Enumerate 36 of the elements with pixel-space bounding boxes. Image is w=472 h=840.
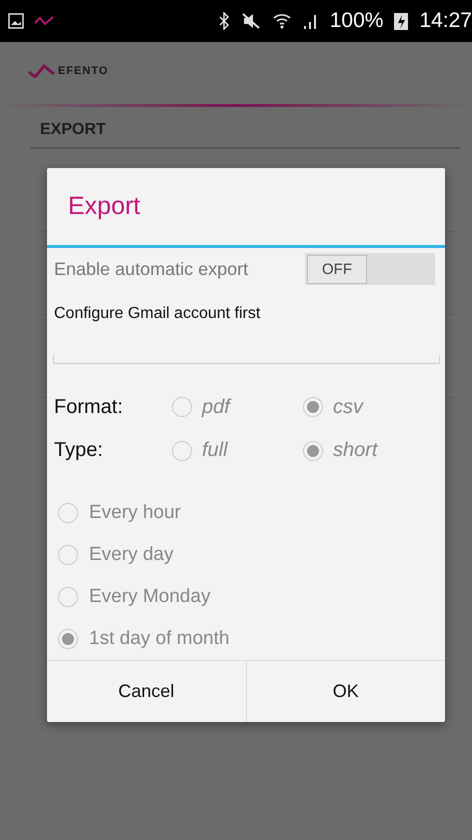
radio-button[interactable] (58, 587, 78, 608)
option-label: Type: (54, 439, 104, 462)
radio-label: full (202, 439, 228, 462)
logo-icon (28, 64, 56, 78)
input-field[interactable] (53, 355, 440, 364)
option-label: Format: (54, 396, 124, 419)
radio-button[interactable] (58, 629, 78, 650)
export-toggle[interactable]: OFF (305, 253, 435, 286)
radio-label: short (333, 439, 378, 462)
radio-label: Every hour (89, 502, 181, 524)
pulse-icon (34, 15, 54, 27)
clock-time: 14:27 (419, 9, 472, 33)
mute-icon (240, 12, 262, 30)
radio-button[interactable] (303, 440, 323, 461)
dialog-button[interactable]: Cancel (47, 661, 246, 722)
radio-label: Every Monday (89, 586, 210, 608)
dialog-title: Export (47, 168, 445, 248)
radio-label: csv (333, 396, 363, 419)
radio-button[interactable] (58, 503, 78, 524)
radio-label: pdf (202, 396, 230, 419)
radio-button[interactable] (172, 440, 192, 461)
radio-button[interactable] (58, 545, 78, 566)
radio-label: Every day (89, 544, 174, 566)
battery-percent: 100% (330, 9, 384, 33)
battery-charging-icon (393, 11, 410, 31)
radio-button[interactable] (303, 397, 323, 418)
account-message: Configure Gmail account first (53, 304, 262, 324)
radio-label: 1st day of month (89, 628, 230, 650)
section-header: EXPORT (30, 121, 460, 149)
dialog-button[interactable]: OK (246, 661, 445, 722)
toggle-label: Enable automatic export (54, 258, 250, 280)
app-logo: EFENTO (58, 65, 108, 77)
bluetooth-icon (218, 12, 230, 30)
wifi-icon (272, 12, 292, 30)
image-icon (8, 13, 24, 29)
radio-button[interactable] (172, 397, 192, 418)
